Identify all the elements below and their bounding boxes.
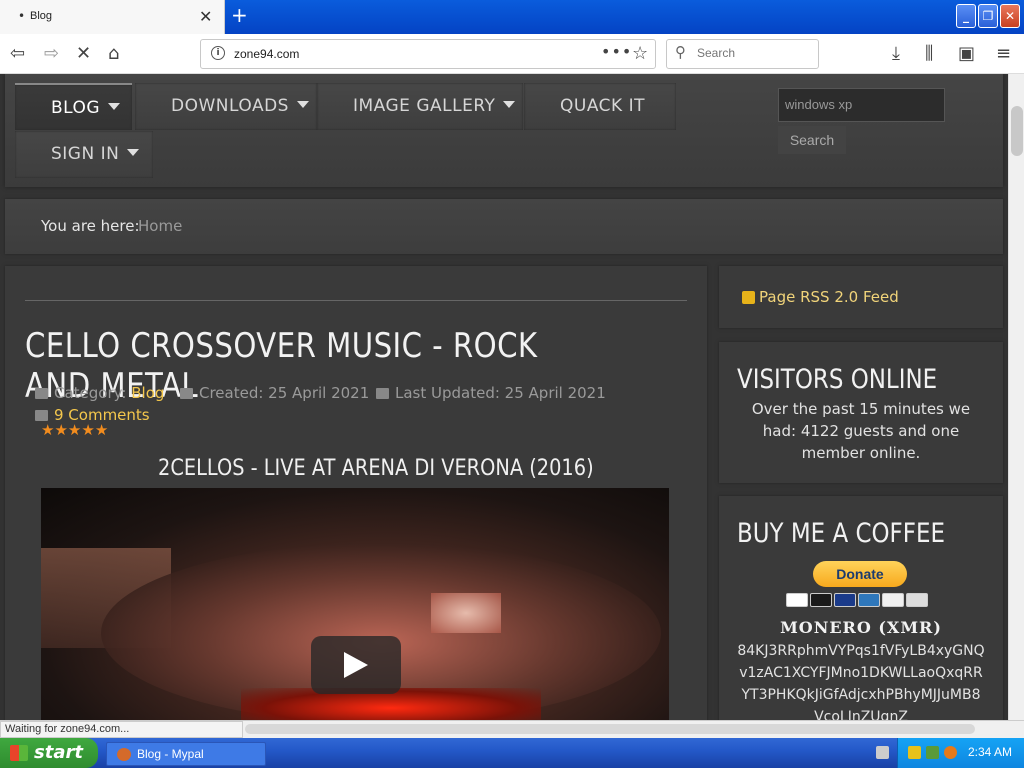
menu-image-gallery[interactable]: IMAGE GALLERY (317, 83, 523, 130)
minimize-button[interactable]: _ (956, 4, 976, 28)
sidebar-icon[interactable]: ▣ (958, 43, 975, 64)
windows-logo-icon (10, 745, 28, 761)
security-shield-icon[interactable] (908, 746, 921, 759)
visitors-module: VISITORS ONLINE Over the past 15 minutes… (719, 342, 1003, 483)
keyboard-icon[interactable] (876, 746, 889, 759)
network-icon[interactable] (926, 746, 939, 759)
article-category: Category: Blog (35, 384, 164, 402)
rss-icon (742, 291, 755, 304)
menu-blog[interactable]: BLOG (15, 83, 132, 130)
horizontal-scrollbar-thumb[interactable] (245, 724, 975, 734)
comment-icon (35, 410, 48, 421)
close-tab-icon[interactable]: ✕ (199, 7, 212, 26)
calendar-icon (180, 388, 193, 399)
home-icon[interactable]: ⌂ (108, 43, 119, 64)
visitors-title: VISITORS ONLINE (737, 364, 938, 395)
taskbar-window-button[interactable]: Blog - Mypal (106, 742, 266, 766)
monero-title: MONERO (XMR) (780, 618, 942, 637)
rss-module: Page RSS 2.0 Feed (719, 266, 1003, 328)
breadcrumb-home[interactable]: Home (138, 217, 182, 235)
browser-search-box[interactable]: ⚲ (666, 39, 819, 69)
forward-icon[interactable]: ⇨ (44, 43, 59, 64)
search-tray-icon[interactable] (944, 746, 957, 759)
search-icon: ⚲ (675, 43, 686, 61)
play-button[interactable] (311, 636, 401, 694)
tab-blog[interactable]: • Blog ✕ (0, 0, 225, 34)
star-icon[interactable]: ★ (41, 421, 54, 439)
divider (25, 300, 687, 301)
site-menu: BLOG DOWNLOADS IMAGE GALLERY QUACK IT SI… (5, 74, 1003, 187)
menu-downloads[interactable]: DOWNLOADS (135, 83, 317, 130)
star-icon[interactable]: ★ (68, 421, 81, 439)
menu-quack-it[interactable]: QUACK IT (524, 83, 676, 130)
amex-icon (858, 593, 880, 607)
site-search-input[interactable]: windows xp (778, 88, 945, 122)
star-icon[interactable]: ★ (95, 421, 108, 439)
category-link[interactable]: Blog (131, 384, 164, 402)
bank-icon (906, 593, 928, 607)
payment-cards (786, 592, 930, 608)
title-bar: • Blog ✕ + _ ❐ ✕ (0, 0, 1024, 34)
url-text: zone94.com (234, 47, 300, 61)
navigation-toolbar: ⇦ ⇨ ✕ ⌂ i zone94.com ••• ☆ ⚲ ⤓ ⫼ ▣ ≡ (0, 34, 1024, 74)
rating-stars[interactable]: ★★★★★ (41, 421, 108, 439)
play-icon (344, 652, 368, 678)
address-bar[interactable]: i zone94.com ••• ☆ (200, 39, 656, 69)
scrollbar-thumb[interactable] (1011, 106, 1023, 156)
page-actions-icon[interactable]: ••• (601, 42, 632, 61)
rss-link[interactable]: Page RSS 2.0 Feed (759, 288, 899, 306)
chevron-down-icon (503, 101, 516, 108)
coffee-title: BUY ME A COFFEE (737, 518, 945, 549)
video-title: 2CELLOS - LIVE AT ARENA DI VERONA (2016) (158, 456, 594, 481)
video-thumbnail-stage (431, 593, 501, 633)
visitors-text: Over the past 15 minutes we had: 4122 gu… (751, 400, 971, 462)
status-text: Waiting for zone94.com... (0, 721, 243, 738)
clock[interactable]: 2:34 AM (968, 745, 1012, 759)
visa-icon (786, 593, 808, 607)
site-search-button[interactable]: Search (778, 126, 846, 154)
vertical-scrollbar[interactable] (1008, 74, 1024, 720)
back-icon[interactable]: ⇦ (10, 43, 25, 64)
maximize-button[interactable]: ❐ (978, 4, 998, 28)
star-icon[interactable]: ★ (81, 421, 94, 439)
chevron-down-icon (296, 101, 309, 108)
chevron-down-icon (108, 103, 121, 110)
stop-icon[interactable]: ✕ (76, 43, 91, 64)
breadcrumb-label: You are here: (41, 217, 140, 235)
maestro-icon (834, 593, 856, 607)
coffee-module: BUY ME A COFFEE Donate MONERO (XMR) 84KJ… (719, 496, 1003, 720)
video-player[interactable] (41, 488, 669, 720)
library-icon[interactable]: ⫼ (925, 43, 933, 64)
system-tray: 2:34 AM (876, 738, 1024, 768)
bookmark-star-icon[interactable]: ☆ (632, 43, 648, 64)
breadcrumb: You are here: Home (5, 199, 1003, 254)
site-info-icon[interactable]: i (211, 46, 225, 60)
menu-icon[interactable]: ≡ (996, 43, 1011, 64)
monero-address: 84KJ3RRphmVYPqs1fVFyLB4xyGNQv1zAC1XCYFJM… (737, 643, 985, 720)
mypal-icon (117, 748, 131, 761)
tab-loading-icon: • (18, 9, 26, 23)
downloads-icon[interactable]: ⤓ (892, 43, 900, 64)
article: CELLO CROSSOVER MUSIC - ROCK AND METAL C… (5, 266, 707, 720)
menu-sign-in[interactable]: SIGN IN (15, 131, 153, 178)
star-icon[interactable]: ★ (54, 421, 67, 439)
start-button[interactable]: start (0, 738, 98, 768)
folder-icon (35, 388, 48, 399)
close-window-button[interactable]: ✕ (1000, 4, 1020, 28)
article-updated: Last Updated: 25 April 2021 (376, 384, 606, 402)
discover-icon (882, 593, 904, 607)
article-created: Created: 25 April 2021 (180, 384, 369, 402)
browser-search-input[interactable] (697, 46, 807, 60)
calendar-icon (376, 388, 389, 399)
chevron-down-icon (127, 149, 140, 156)
mastercard-icon (810, 593, 832, 607)
web-page: BLOG DOWNLOADS IMAGE GALLERY QUACK IT SI… (0, 74, 1008, 720)
new-tab-icon[interactable]: + (231, 3, 248, 27)
tab-title: Blog (30, 10, 53, 22)
donate-button[interactable]: Donate (813, 561, 907, 587)
